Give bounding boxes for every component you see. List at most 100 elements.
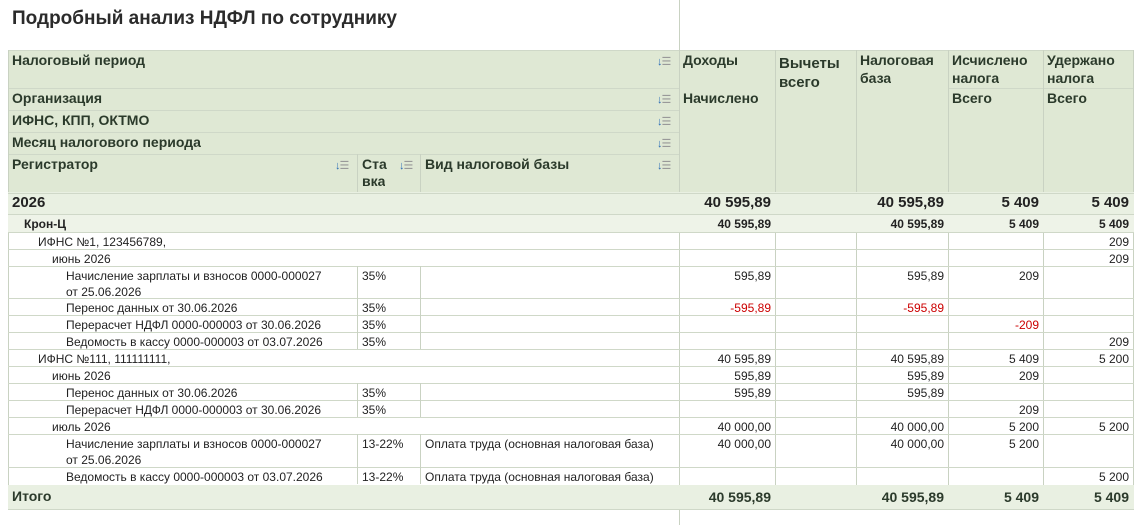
header-month[interactable]: Месяц налогового периода — [12, 134, 201, 151]
sort-icon[interactable]: ↓☰ — [657, 55, 671, 68]
divider — [8, 50, 9, 510]
row-label[interactable]: Перенос данных от 30.06.2026 — [66, 385, 237, 401]
header-income[interactable]: Доходы — [683, 52, 738, 69]
divider — [8, 349, 1134, 350]
header-organization[interactable]: Организация — [12, 90, 102, 107]
divider — [775, 50, 776, 510]
header-registrar[interactable]: Регистратор — [12, 156, 98, 173]
divider — [357, 434, 358, 467]
row-label[interactable]: ИФНС №111, 111111111, — [38, 351, 170, 367]
header-withheld-total[interactable]: Всего — [1047, 90, 1087, 107]
divider — [8, 193, 1134, 194]
divider — [8, 366, 1134, 367]
divider — [420, 383, 421, 400]
sort-icon[interactable]: ↓☰ — [399, 159, 413, 172]
divider — [357, 467, 358, 484]
row-tax-base: 40 595,89 — [890, 352, 944, 366]
row-tax-base: -595,89 — [903, 301, 944, 315]
row-rate: 35% — [362, 318, 387, 332]
row-tax-base: 595,89 — [907, 386, 944, 400]
sort-icon[interactable]: ↓☰ — [335, 159, 349, 172]
header-withheld-line2[interactable]: налога — [1047, 70, 1094, 87]
divider — [948, 88, 1134, 89]
divider — [8, 417, 1134, 418]
row-tax-base: 40 595,89 — [877, 195, 944, 211]
header-calculated-total[interactable]: Всего — [952, 90, 992, 107]
row-calculated: 209 — [1018, 269, 1039, 283]
header-rate-line2[interactable]: вка — [362, 173, 385, 190]
row-label[interactable]: июль 2026 — [52, 419, 111, 435]
sort-icon[interactable]: ↓☰ — [657, 159, 671, 172]
row-label[interactable]: Начисление зарплаты и взносов 0000-00002… — [66, 268, 322, 284]
row-rate: 35% — [362, 335, 387, 349]
row-label[interactable]: Ведомость в кассу 0000-000003 от 03.07.2… — [66, 469, 323, 485]
row-calculated: 209 — [1018, 403, 1039, 417]
divider — [8, 467, 1134, 468]
header-tax-base-line2[interactable]: база — [860, 70, 891, 87]
header-rate-line1[interactable]: Ста — [362, 156, 387, 173]
row-income: 40 000,00 — [717, 420, 771, 434]
divider — [8, 434, 1134, 435]
divider — [420, 154, 421, 192]
row-withheld: 5 200 — [1098, 470, 1129, 484]
report-title: Подробный анализ НДФЛ по сотруднику — [12, 8, 397, 29]
divider — [8, 400, 1134, 401]
header-deductions-line2[interactable]: всего — [779, 74, 820, 91]
divider — [420, 315, 421, 332]
row-label[interactable]: Перерасчет НДФЛ 0000-000003 от 30.06.202… — [66, 402, 321, 418]
header-base-type[interactable]: Вид налоговой базы — [425, 156, 569, 173]
row-label[interactable]: июнь 2026 — [52, 251, 111, 267]
header-income-accrued[interactable]: Начислено — [683, 90, 759, 107]
row-withheld: 209 — [1108, 335, 1129, 349]
row-label[interactable]: июнь 2026 — [52, 368, 111, 384]
divider — [1043, 50, 1044, 510]
row-rate: 13-22% — [362, 437, 404, 451]
total-income: 40 595,89 — [708, 489, 771, 505]
sort-icon[interactable]: ↓☰ — [657, 93, 671, 106]
divider — [8, 509, 1134, 510]
row-label[interactable]: Ведомость в кассу 0000-000003 от 03.07.2… — [66, 334, 323, 350]
divider — [357, 332, 358, 349]
divider — [357, 383, 358, 400]
divider — [8, 132, 680, 133]
header-calculated-line1[interactable]: Исчислено — [952, 52, 1028, 69]
row-base-type: Оплата труда (основная налоговая база) — [425, 470, 654, 484]
row-income: 595,89 — [734, 386, 771, 400]
row-label[interactable]: ИФНС №1, 123456789, — [38, 234, 166, 250]
divider — [8, 383, 1134, 384]
header-withheld-line1[interactable]: Удержано — [1047, 52, 1115, 69]
divider — [8, 315, 1134, 316]
divider — [357, 266, 358, 298]
header-tax-period[interactable]: Налоговый период — [12, 52, 145, 69]
row-label[interactable]: Крон-Ц — [24, 216, 66, 232]
row-income: 40 595,89 — [704, 195, 771, 211]
header-tax-base-line1[interactable]: Налоговая — [860, 52, 934, 69]
header-ifns[interactable]: ИФНС, КПП, ОКТМО — [12, 112, 149, 129]
sort-icon[interactable]: ↓☰ — [657, 115, 671, 128]
row-rate: 35% — [362, 386, 387, 400]
row-withheld: 209 — [1108, 252, 1129, 266]
row-label-continued: от 25.06.2026 — [66, 453, 142, 467]
divider — [357, 315, 358, 332]
total-tax-base: 40 595,89 — [881, 489, 944, 505]
divider — [357, 154, 358, 192]
divider — [1133, 50, 1134, 510]
row-rate: 13-22% — [362, 470, 404, 484]
header-calculated-line2[interactable]: налога — [952, 70, 999, 87]
row-calculated: 5 200 — [1008, 420, 1039, 434]
divider — [357, 298, 358, 315]
row-income: 40 595,89 — [717, 352, 771, 366]
row-tax-base: 40 595,89 — [890, 217, 944, 231]
row-rate: 35% — [362, 403, 387, 417]
row-label[interactable]: Перерасчет НДФЛ 0000-000003 от 30.06.202… — [66, 317, 321, 333]
header-deductions-line1[interactable]: Вычеты — [779, 55, 840, 72]
row-income: 40 595,89 — [717, 217, 771, 231]
sort-icon[interactable]: ↓☰ — [657, 137, 671, 150]
row-label[interactable]: Начисление зарплаты и взносов 0000-00002… — [66, 436, 322, 452]
divider — [8, 88, 680, 89]
row-label[interactable]: 2026 — [12, 195, 45, 211]
row-label[interactable]: Перенос данных от 30.06.2026 — [66, 300, 237, 316]
row-rate: 35% — [362, 269, 387, 283]
row-base-type: Оплата труда (основная налоговая база) — [425, 437, 654, 451]
divider — [8, 266, 1134, 267]
